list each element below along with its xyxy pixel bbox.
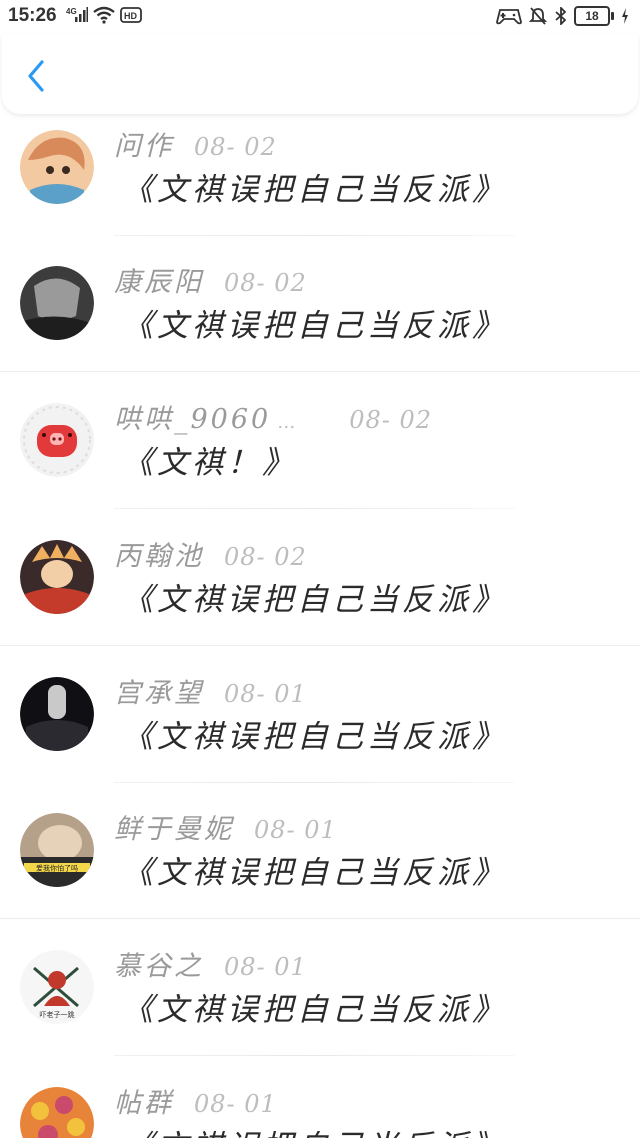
bluetooth-icon <box>555 7 567 25</box>
status-left-icons: 4G HD <box>66 6 142 24</box>
comment-text: 《文祺误把自己当反派》 <box>122 719 507 755</box>
comment-date: 08- 01 <box>194 1090 277 1118</box>
back-button[interactable] <box>20 56 52 96</box>
hd-label: HD <box>124 11 137 21</box>
chevron-left-icon <box>28 60 44 92</box>
status-time: 15:26 <box>8 5 57 26</box>
comment-item[interactable]: 吓老子一跳 慕谷之 08- 01 《文祺误把自己当反派》 <box>0 920 640 1056</box>
avatar-image <box>20 130 94 204</box>
charging-icon <box>622 8 628 24</box>
avatar-caption: 吓老子一跳 <box>40 1010 75 1019</box>
comment-item[interactable]: 宫承望 08- 01 《文祺误把自己当反派》 <box>0 647 640 783</box>
username[interactable]: 宫承望 <box>114 678 204 709</box>
username[interactable]: 哄哄_9060 <box>114 404 271 435</box>
avatar[interactable] <box>20 266 94 340</box>
battery-level: 18 <box>574 6 610 26</box>
comment-meta: 鲜于曼妮 08- 01 <box>114 807 337 846</box>
comment-meta: 问作 08- 02 <box>114 124 277 163</box>
comment-text: 《文祺误把自己当反派》 <box>122 992 507 1028</box>
comment-meta: 丙翰池 08- 02 <box>114 534 307 573</box>
bell-muted-icon <box>528 7 548 25</box>
avatar[interactable]: 爱我你怕了吗 <box>20 813 94 887</box>
avatar-image: 吓老子一跳 <box>20 950 94 1024</box>
comment-list: 问作 08- 02 《文祺误把自己当反派》 康辰阳 08- 02 《文祺误把自己当反… <box>0 100 640 1138</box>
comment-date: 08- 02 <box>349 406 433 434</box>
comment-item[interactable]: 问作 08- 02 《文祺误把自己当反派》 <box>0 100 640 236</box>
divider <box>114 1055 514 1056</box>
comment-item[interactable]: 哄哄_9060 … 08- 02 《文祺！》 <box>0 373 640 509</box>
hd-icon: HD <box>120 7 142 23</box>
comment-date: 08- 02 <box>224 543 307 571</box>
comment-meta: 慕谷之 08- 01 <box>114 944 307 983</box>
gamepad-icon <box>496 9 522 25</box>
divider <box>0 371 640 372</box>
username[interactable]: 帖群 <box>114 1088 174 1119</box>
avatar-image: 爱我你怕了吗 <box>20 813 94 887</box>
avatar[interactable] <box>20 403 94 477</box>
avatar[interactable]: 吓老子一跳 <box>20 950 94 1024</box>
avatar[interactable] <box>20 540 94 614</box>
comment-item[interactable]: 爱我你怕了吗 鲜于曼妮 08- 01 《文祺误把自己当反派》 <box>0 783 640 919</box>
avatar[interactable] <box>20 1087 94 1138</box>
nav-bar <box>2 34 638 114</box>
comment-text: 《文祺！》 <box>122 445 297 481</box>
battery-icon: 18 <box>574 6 614 26</box>
avatar-image <box>20 266 94 340</box>
comment-item[interactable]: 丙翰池 08- 02 《文祺误把自己当反派》 <box>0 510 640 646</box>
comment-text: 《文祺误把自己当反派》 <box>122 1121 507 1138</box>
wifi-icon <box>93 6 115 24</box>
avatar-image <box>20 540 94 614</box>
username-ellipsis: … <box>277 412 296 433</box>
divider <box>0 918 640 919</box>
comment-text: 《文祺误把自己当反派》 <box>122 308 507 344</box>
avatar-image <box>20 677 94 751</box>
comment-meta: 康辰阳 08- 02 <box>114 260 307 299</box>
status-bar: 15:26 4G HD 18 <box>0 0 640 34</box>
comment-meta: 哄哄_9060 … 08- 02 <box>114 397 432 436</box>
comment-text: 《文祺误把自己当反派》 <box>122 855 507 891</box>
comment-date: 08- 02 <box>194 133 277 161</box>
avatar-caption: 爱我你怕了吗 <box>36 864 78 873</box>
comment-date: 08- 01 <box>224 953 307 981</box>
divider <box>114 508 514 509</box>
network-type-label: 4G <box>66 7 77 16</box>
avatar-image <box>20 403 94 477</box>
avatar[interactable] <box>20 130 94 204</box>
comment-item[interactable]: 康辰阳 08- 02 《文祺误把自己当反派》 <box>0 236 640 372</box>
comment-text: 《文祺误把自己当反派》 <box>122 582 507 618</box>
comment-date: 08- 02 <box>224 269 307 297</box>
comment-text: 《文祺误把自己当反派》 <box>122 172 507 208</box>
comment-date: 08- 01 <box>224 680 307 708</box>
username[interactable]: 鲜于曼妮 <box>114 814 234 845</box>
avatar[interactable] <box>20 677 94 751</box>
username[interactable]: 问作 <box>114 131 174 162</box>
comment-date: 08- 01 <box>254 816 337 844</box>
status-right-icons: 18 <box>496 6 630 26</box>
avatar-image <box>20 1087 94 1138</box>
comment-meta: 宫承望 08- 01 <box>114 671 307 710</box>
divider <box>0 645 640 646</box>
username[interactable]: 丙翰池 <box>114 541 204 572</box>
comment-item[interactable]: 帖群 08- 01 《文祺误把自己当反派》 <box>0 1057 640 1138</box>
comment-meta: 帖群 08- 01 <box>114 1081 277 1120</box>
username[interactable]: 康辰阳 <box>114 267 204 298</box>
cellular-signal-icon: 4G <box>66 7 88 22</box>
username[interactable]: 慕谷之 <box>114 951 204 982</box>
